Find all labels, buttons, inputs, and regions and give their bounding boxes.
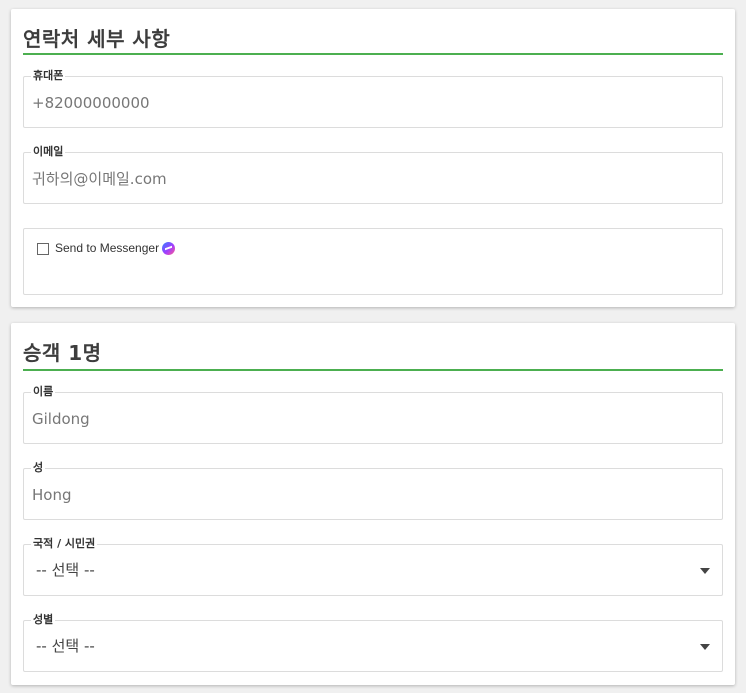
first-name-field[interactable]: 이름 Gildong <box>23 385 723 444</box>
gender-label: 성별 <box>31 613 56 627</box>
passenger-section-title: 승객 1명 <box>23 341 102 365</box>
send-to-messenger-checkbox[interactable] <box>37 243 49 255</box>
contact-title-divider <box>23 53 723 55</box>
messenger-optin-box: Send to Messenger <box>23 228 723 295</box>
chevron-down-icon[interactable] <box>700 568 710 574</box>
first-name-input[interactable]: Gildong <box>32 410 90 428</box>
contact-section-title: 연락처 세부 사항 <box>23 27 171 51</box>
nationality-select[interactable]: 국적 / 시민권 -- 선택 -- <box>23 537 723 596</box>
contact-details-card: 연락처 세부 사항 휴대폰 +82000000000 이메일 귀하의@이메일.c… <box>11 9 735 307</box>
phone-input[interactable]: +82000000000 <box>32 94 150 112</box>
email-field[interactable]: 이메일 귀하의@이메일.com <box>23 145 723 204</box>
last-name-input[interactable]: Hong <box>32 486 72 504</box>
last-name-field[interactable]: 성 Hong <box>23 461 723 520</box>
passenger-card: 승객 1명 이름 Gildong 성 Hong 국적 / 시민권 -- 선택 -… <box>11 323 735 685</box>
first-name-label: 이름 <box>31 385 56 399</box>
gender-selected-value[interactable]: -- 선택 -- <box>36 637 95 655</box>
messenger-icon <box>162 242 175 255</box>
email-label: 이메일 <box>31 145 66 159</box>
phone-field[interactable]: 휴대폰 +82000000000 <box>23 69 723 128</box>
nationality-label: 국적 / 시민권 <box>31 537 98 551</box>
email-input[interactable]: 귀하의@이메일.com <box>32 170 167 188</box>
send-to-messenger-label[interactable]: Send to Messenger <box>55 241 159 255</box>
gender-select[interactable]: 성별 -- 선택 -- <box>23 613 723 672</box>
phone-label: 휴대폰 <box>31 69 66 83</box>
nationality-selected-value[interactable]: -- 선택 -- <box>36 561 95 579</box>
passenger-title-divider <box>23 369 723 371</box>
chevron-down-icon[interactable] <box>700 644 710 650</box>
last-name-label: 성 <box>31 461 46 475</box>
